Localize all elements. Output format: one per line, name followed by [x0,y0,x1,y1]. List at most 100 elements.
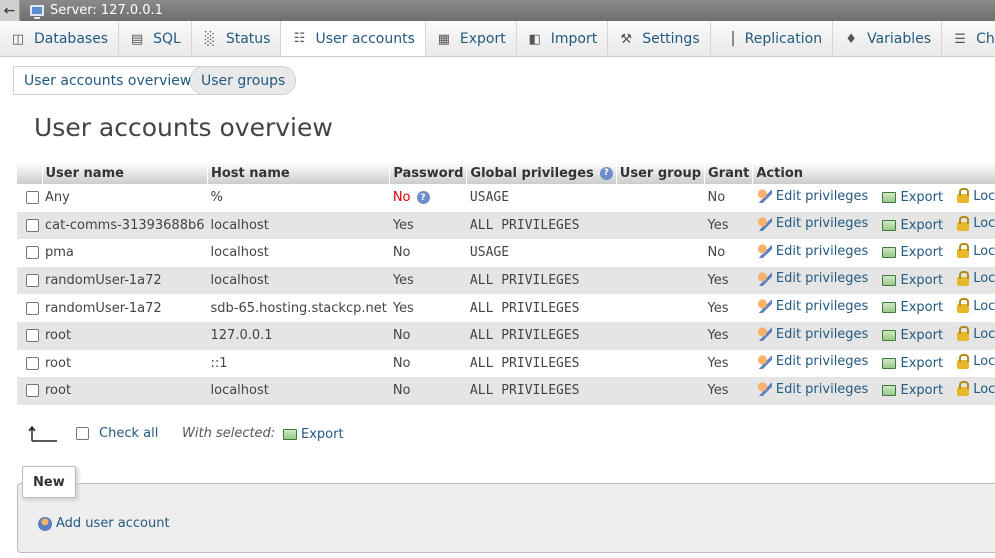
import-icon: ◧ [528,31,541,47]
lock-link[interactable]: Lock [957,326,995,342]
tab-charsets[interactable]: ☰ Chars [942,21,995,56]
add-user-account-link[interactable]: Add user account [38,516,170,531]
tab-sql[interactable]: ▤ SQL [119,21,192,56]
tab-user-accounts[interactable]: ☷ User accounts [281,21,426,56]
password-cell: No [389,349,467,378]
privileges-cell: ALL PRIVILEGES [466,266,617,295]
tab-import[interactable]: ◧ Import [516,21,609,56]
tab-export[interactable]: ▦ Export [425,21,517,56]
user-group-cell [616,184,705,212]
lock-link[interactable]: Lock [957,243,995,259]
export-icon [283,429,297,440]
user-group-cell [616,349,705,378]
lock-link[interactable]: Lock [957,188,995,204]
check-all-toggle[interactable]: Check all [76,426,158,441]
password-cell: No [389,321,467,350]
table-row: root 127.0.0.1 No ALL PRIVILEGES Yes Edi… [17,321,995,350]
row-checkbox[interactable] [26,384,39,398]
lock-link[interactable]: Lock [957,381,995,397]
tab-variables[interactable]: ♦ Variables [833,21,943,56]
edit-privileges-link[interactable]: Edit privileges [755,382,868,397]
lock-label: Lock [973,243,995,259]
export-label: Export [900,190,944,206]
lock-label: Lock [973,381,995,397]
row-checkbox[interactable] [26,218,39,232]
edit-privileges-link[interactable]: Edit privileges [755,216,868,231]
header-global-privileges-label: Global privileges [470,165,594,181]
edit-privileges-link[interactable]: Edit privileges [755,271,868,286]
header-user-name[interactable]: User name [42,162,208,184]
edit-user-icon [755,244,772,259]
bulk-export-label: Export [301,427,344,442]
header-host-name[interactable]: Host name [207,162,391,184]
user-group-cell [616,321,705,350]
edit-privileges-link[interactable]: Edit privileges [755,244,868,259]
select-arrow-icon [28,425,57,442]
row-checkbox[interactable] [26,301,39,315]
lock-icon [957,243,970,259]
password-cell: Yes [389,266,467,295]
edit-user-icon [755,327,772,342]
edit-privileges-link[interactable]: Edit privileges [755,299,868,314]
export-icon [882,357,897,369]
export-link[interactable]: Export [882,300,943,315]
row-checkbox[interactable] [26,329,39,343]
collapse-arrow-icon[interactable]: ← [0,0,20,21]
subtab-user-accounts-overview[interactable]: User accounts overview [13,66,203,95]
header-global-privileges[interactable]: Global privileges? [466,162,617,184]
tab-replication[interactable]: ▕ Replication [710,21,834,56]
bulk-export-link[interactable]: Export [283,427,344,442]
row-select-cell [17,266,42,295]
check-all-checkbox[interactable] [76,427,89,440]
lock-link[interactable]: Lock [957,353,995,369]
export-link[interactable]: Export [882,383,943,398]
export-link[interactable]: Export [882,245,943,260]
lock-link[interactable]: Lock [957,298,995,314]
user-name-cell: cat-comms-31393688b6 [42,211,208,240]
select-column-header [17,162,43,184]
add-user-icon [38,516,52,531]
row-checkbox[interactable] [26,274,39,288]
privileges-cell: ALL PRIVILEGES [466,377,617,405]
edit-user-icon [755,189,772,204]
row-select-cell [17,211,42,240]
row-checkbox[interactable] [26,356,39,370]
export-link[interactable]: Export [882,273,943,288]
header-grant: Grant [704,162,754,184]
tab-label: Chars [976,31,995,47]
lock-icon [957,188,970,204]
action-cell: Edit privileges Export Lock [752,266,995,295]
export-link[interactable]: Export [882,356,943,371]
grant-cell: Yes [704,377,753,405]
tab-settings[interactable]: ⚒ Settings [608,21,711,56]
export-link[interactable]: Export [882,218,943,233]
bulk-export-action[interactable]: Export [283,427,344,442]
table-row: randomUser-1a72 localhost Yes ALL PRIVIL… [17,266,995,295]
tab-databases[interactable]: ◫ Databases [0,21,120,56]
help-icon[interactable]: ? [599,166,613,180]
row-checkbox[interactable] [26,246,39,260]
action-cell: Edit privileges Export Lock [752,239,995,267]
server-title[interactable]: Server: 127.0.0.1 [50,3,163,18]
user-group-cell [616,266,705,295]
subtab-user-groups[interactable]: User groups [190,66,297,95]
edit-privileges-link[interactable]: Edit privileges [755,354,868,369]
help-icon[interactable]: ? [416,191,430,205]
export-link[interactable]: Export [882,328,943,343]
edit-user-icon [755,354,772,369]
header-password[interactable]: Password [389,162,468,184]
password-cell: Yes [389,294,467,322]
row-checkbox[interactable] [26,191,39,205]
action-cell: Edit privileges Export Lock [752,349,995,378]
export-label: Export [900,245,944,261]
edit-privileges-link[interactable]: Edit privileges [755,327,868,342]
check-all-label[interactable]: Check all [99,426,158,441]
tab-status[interactable]: ░ Status [191,21,282,56]
edit-privileges-link[interactable]: Edit privileges [755,189,868,204]
export-label: Export [900,328,944,344]
lock-link[interactable]: Lock [957,270,995,286]
lock-link[interactable]: Lock [957,215,995,231]
sql-icon: ▤ [130,31,144,47]
tab-label: Settings [642,31,700,47]
export-link[interactable]: Export [882,190,943,205]
